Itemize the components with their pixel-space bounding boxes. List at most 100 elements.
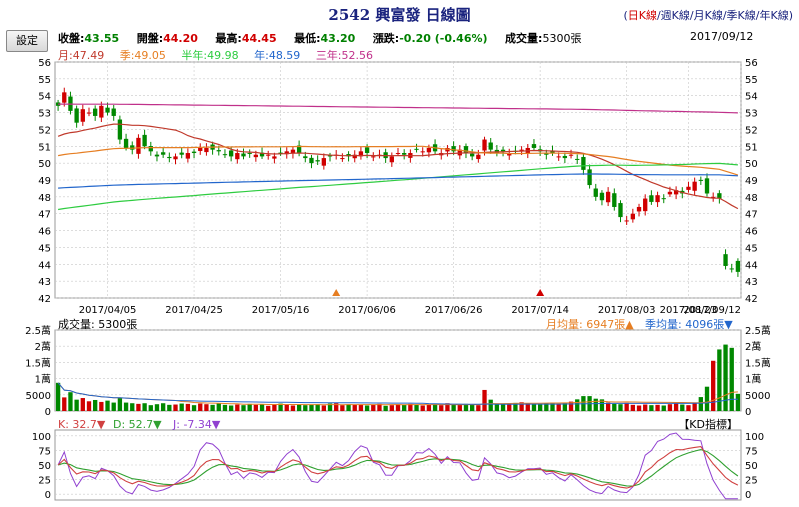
volume-bar xyxy=(136,403,141,411)
candle-body xyxy=(476,154,481,160)
candle-body xyxy=(371,156,376,158)
volume-bar xyxy=(321,405,327,411)
volume-y-tick-right: 2萬 xyxy=(745,340,761,353)
volume-bar xyxy=(729,347,734,411)
volume-bar xyxy=(315,404,320,411)
candle-body xyxy=(636,206,642,212)
volume-bar xyxy=(74,399,79,411)
volume-y-tick-left: 2萬 xyxy=(35,340,51,353)
price-x-tick: 2017/05/16 xyxy=(252,305,310,316)
volume-bar xyxy=(364,405,370,411)
volume-bar xyxy=(86,401,92,411)
price-x-tick: 2017/08/03 xyxy=(598,305,656,316)
volume-y-tick-right: 2.5萬 xyxy=(745,324,771,337)
volume-y-tick-right: 1萬 xyxy=(745,373,761,386)
volume-bar xyxy=(296,404,302,411)
volume-bar xyxy=(117,397,123,411)
price-y-tick-right: 48 xyxy=(745,193,758,204)
candle-body xyxy=(618,203,623,218)
candle-body xyxy=(667,191,673,195)
volume-bar xyxy=(167,404,172,411)
candle-body xyxy=(500,149,506,152)
volume-bar xyxy=(216,403,221,411)
volume-bar xyxy=(482,389,487,411)
volume-bar xyxy=(575,399,580,411)
candle-body xyxy=(451,146,456,152)
price-y-tick-right: 47 xyxy=(745,210,758,221)
candle-body xyxy=(420,151,425,153)
candle-body xyxy=(402,153,407,155)
candle-body xyxy=(562,155,568,159)
price-y-tick-left: 48 xyxy=(38,193,51,204)
volume-bar xyxy=(735,393,741,411)
kd-k-line xyxy=(57,446,739,489)
volume-bar xyxy=(340,405,345,411)
candle-body xyxy=(241,153,246,157)
volume-bar xyxy=(537,404,543,411)
candle-body xyxy=(222,154,228,156)
volume-bar xyxy=(389,405,394,411)
price-y-tick-right: 51 xyxy=(745,142,758,153)
volume-bar xyxy=(451,404,456,411)
candle-body xyxy=(661,198,666,200)
kd-y-tick-right: 0 xyxy=(745,490,751,501)
candle-body xyxy=(228,150,234,157)
volume-bar xyxy=(673,403,679,411)
candle-body xyxy=(136,137,141,154)
candle-body xyxy=(698,179,703,181)
candle-body xyxy=(142,134,147,147)
volume-bar xyxy=(371,404,376,411)
month-cross-marker xyxy=(536,289,545,296)
price-y-tick-right: 56 xyxy=(745,58,758,69)
kd-y-tick-right: 100 xyxy=(745,432,764,443)
volume-bar xyxy=(198,403,203,411)
candle-body xyxy=(160,152,166,155)
candle-body xyxy=(649,195,654,202)
volume-ma-month: 月均量: 6947張▲ xyxy=(546,318,634,331)
volume-y-tick-right: 5000 xyxy=(745,391,770,402)
candle-body xyxy=(655,195,660,203)
volume-bar xyxy=(624,402,629,411)
volume-bar xyxy=(62,397,67,411)
volume-bar xyxy=(228,405,234,411)
candle-body xyxy=(599,192,605,201)
candle-body xyxy=(482,139,487,151)
price-y-tick-right: 45 xyxy=(745,243,758,254)
volume-bar xyxy=(692,402,697,411)
kd-y-tick-left: 50 xyxy=(38,461,51,472)
price-y-tick-left: 44 xyxy=(38,260,51,271)
volume-y-tick-left: 0 xyxy=(45,407,51,418)
volume-bar xyxy=(247,403,252,411)
candle-body xyxy=(105,107,110,113)
volume-bar xyxy=(686,405,691,411)
price-y-tick-right: 49 xyxy=(745,176,758,187)
candle-body xyxy=(735,260,741,272)
candle-body xyxy=(612,193,617,207)
volume-ma-season-line xyxy=(57,382,738,405)
price-y-tick-right: 43 xyxy=(745,277,758,288)
volume-bar xyxy=(241,405,246,411)
candle-body xyxy=(185,153,191,159)
volume-bar xyxy=(284,404,289,411)
volume-bar xyxy=(123,402,129,411)
volume-bar xyxy=(698,397,703,411)
price-x-tick: 2017/06/26 xyxy=(425,305,483,316)
volume-bar xyxy=(457,404,462,411)
candle-body xyxy=(123,138,129,148)
candle-body xyxy=(692,181,697,191)
candle-body xyxy=(247,152,252,154)
volume-bar xyxy=(402,404,407,411)
volume-bar xyxy=(185,403,191,411)
volume-bar xyxy=(680,404,685,411)
volume-bar xyxy=(68,392,73,411)
price-y-tick-left: 46 xyxy=(38,227,51,238)
volume-bar xyxy=(111,402,116,411)
price-y-tick-left: 45 xyxy=(38,243,51,254)
candle-body xyxy=(179,152,184,155)
volume-ma-month-line xyxy=(57,382,738,406)
volume-bar xyxy=(160,403,166,411)
volume-bar xyxy=(432,404,438,411)
candle-body xyxy=(704,178,710,194)
price-y-tick-right: 42 xyxy=(745,294,758,305)
volume-bar xyxy=(420,405,425,411)
